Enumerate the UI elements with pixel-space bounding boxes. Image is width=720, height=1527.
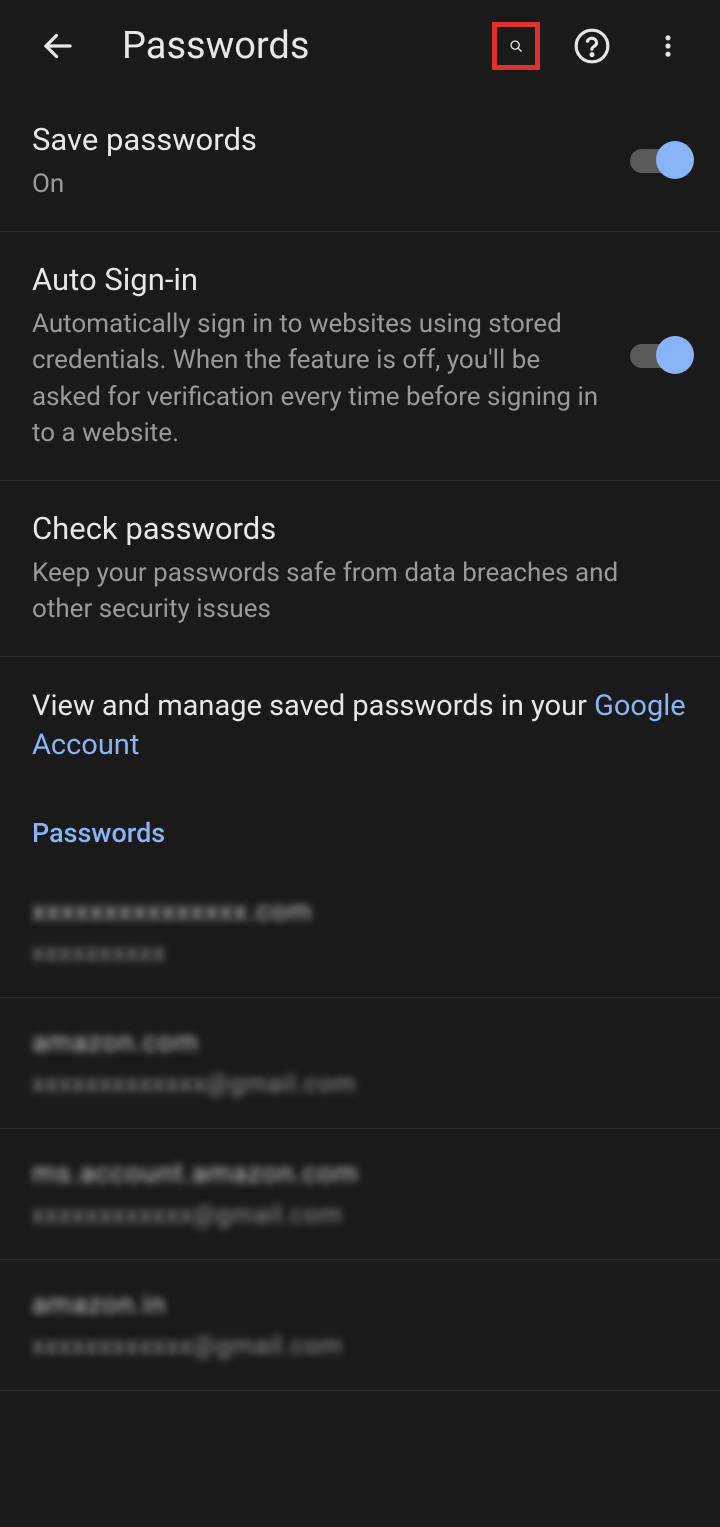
entry-user: xxxxxxxxxxxxx@gmail.com (32, 1066, 688, 1104)
check-passwords-description: Keep your passwords safe from data breac… (32, 555, 668, 628)
auto-signin-toggle[interactable] (630, 344, 688, 368)
save-passwords-status: On (32, 166, 610, 202)
entry-site: amazon.com (32, 1022, 688, 1063)
auto-signin-title: Auto Sign-in (32, 260, 610, 300)
app-header: Passwords (0, 0, 720, 92)
password-entry[interactable]: ms.account.amazon.com xxxxxxxxxxxx@gmail… (0, 1129, 720, 1260)
search-button[interactable] (492, 22, 540, 70)
entry-site: amazon.in (32, 1284, 688, 1325)
password-entry[interactable]: xxxxxxxxxxxxxxx.com xxxxxxxxxx (0, 867, 720, 998)
entry-site: ms.account.amazon.com (32, 1153, 688, 1194)
help-button[interactable] (568, 22, 616, 70)
back-arrow-icon (40, 28, 76, 64)
password-entry[interactable]: amazon.in xxxxxxxxxxxx@gmail.com (0, 1260, 720, 1391)
manage-text: View and manage saved passwords in your (32, 689, 594, 723)
save-passwords-row[interactable]: Save passwords On (0, 92, 720, 232)
password-entry[interactable]: amazon.com xxxxxxxxxxxxx@gmail.com (0, 998, 720, 1129)
manage-passwords-info: View and manage saved passwords in your … (0, 657, 720, 775)
passwords-list-header: Passwords (0, 775, 720, 867)
toggle-knob-icon (656, 141, 694, 179)
check-passwords-row[interactable]: Check passwords Keep your passwords safe… (0, 481, 720, 657)
header-actions (492, 22, 700, 70)
auto-signin-row[interactable]: Auto Sign-in Automatically sign in to we… (0, 232, 720, 481)
auto-signin-description: Automatically sign in to websites using … (32, 306, 610, 452)
toggle-knob-icon (656, 336, 694, 374)
page-title: Passwords (122, 24, 492, 68)
more-button[interactable] (644, 22, 692, 70)
help-icon (573, 27, 611, 65)
more-vert-icon (654, 32, 682, 60)
check-passwords-title: Check passwords (32, 509, 668, 549)
search-icon (509, 28, 523, 64)
save-passwords-title: Save passwords (32, 120, 610, 160)
entry-user: xxxxxxxxxx (32, 935, 688, 973)
entry-site: xxxxxxxxxxxxxxx.com (32, 891, 688, 932)
back-button[interactable] (34, 22, 82, 70)
entry-user: xxxxxxxxxxxx@gmail.com (32, 1328, 688, 1366)
save-passwords-toggle[interactable] (630, 149, 688, 173)
entry-user: xxxxxxxxxxxx@gmail.com (32, 1197, 688, 1235)
